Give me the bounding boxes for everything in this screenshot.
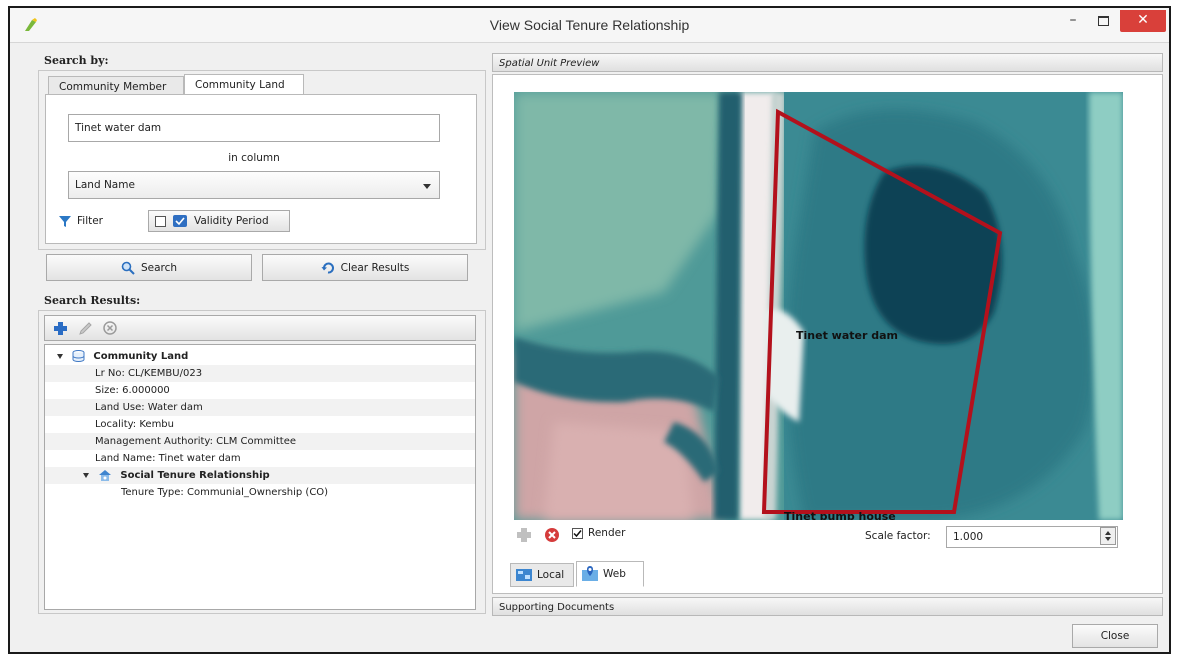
local-map-icon [516, 569, 532, 581]
tab-web[interactable]: Web [576, 561, 644, 587]
results-tree: Community Land Lr No: CL/KEMBU/023 Size:… [44, 344, 476, 610]
map-label-water-dam: Tinet water dam [796, 329, 898, 342]
render-label: Render [588, 527, 626, 539]
map-remove-button[interactable] [544, 527, 560, 546]
scale-factor-input[interactable]: 1.000 [946, 526, 1118, 548]
add-icon[interactable] [53, 321, 68, 336]
spin-up-icon[interactable] [1105, 531, 1111, 535]
main-window: View Social Tenure Relationship – ✕ Sear… [8, 6, 1171, 654]
filter-icon [59, 216, 71, 227]
chevron-down-icon [423, 184, 431, 189]
filter-label-group: Filter [58, 214, 103, 228]
web-map-icon [582, 566, 598, 581]
tree-root-label: Community Land [93, 351, 189, 362]
column-select-value: Land Name [75, 179, 135, 191]
tree-field-row[interactable]: Locality: Kembu [45, 416, 475, 433]
validity-period-label: Validity Period [194, 215, 269, 227]
supporting-documents-header[interactable]: Supporting Documents [492, 597, 1163, 616]
tree-child-field-row[interactable]: Tenure Type: Communial_Ownership (CO) [45, 484, 475, 501]
undo-icon [321, 262, 334, 273]
remove-layer-icon [545, 528, 559, 542]
title-bar: View Social Tenure Relationship – ✕ [10, 8, 1169, 43]
column-select[interactable]: Land Name [68, 171, 440, 199]
tree-field-row[interactable]: Lr No: CL/KEMBU/023 [45, 365, 475, 382]
render-toggle[interactable]: Render [572, 527, 625, 539]
close-button[interactable]: Close [1072, 624, 1158, 648]
tab-community-member[interactable]: Community Member [48, 76, 184, 96]
spin-down-icon[interactable] [1105, 537, 1111, 541]
results-toolbar [44, 315, 476, 341]
search-button[interactable]: Search [46, 254, 252, 281]
render-checkbox[interactable] [572, 527, 583, 539]
tree-child-row[interactable]: Social Tenure Relationship [45, 467, 475, 484]
spatial-unit-preview-header[interactable]: Spatial Unit Preview [492, 53, 1163, 72]
filter-label: Filter [77, 215, 104, 227]
close-icon: ✕ [1137, 12, 1149, 28]
expand-triangle-icon[interactable] [83, 472, 89, 478]
tree-field-row[interactable]: Land Use: Water dam [45, 399, 475, 416]
expand-triangle-icon[interactable] [57, 353, 63, 359]
satellite-map [514, 92, 1123, 520]
scale-factor-spinner[interactable] [1100, 527, 1116, 545]
in-column-label: in column [228, 152, 280, 164]
map-label-pump-house: Tinet pump house [784, 510, 896, 520]
database-icon [72, 350, 85, 362]
clear-results-button[interactable]: Clear Results [262, 254, 468, 281]
maximize-icon [1097, 16, 1109, 26]
window-title: View Social Tenure Relationship [489, 17, 690, 33]
minimize-button[interactable]: – [1060, 10, 1086, 32]
edit-icon[interactable] [78, 321, 93, 336]
close-window-button[interactable]: ✕ [1120, 10, 1166, 32]
tenure-relationship-icon [99, 469, 112, 481]
search-results-label: Search Results: [44, 294, 141, 307]
tree-child-label: Social Tenure Relationship [120, 470, 270, 481]
maximize-button[interactable] [1090, 10, 1116, 32]
tab-local[interactable]: Local [510, 563, 574, 587]
tree-field-row[interactable]: Management Authority: CLM Committee [45, 433, 475, 450]
search-by-label: Search by: [44, 54, 109, 67]
validity-period-checkbox[interactable] [155, 215, 166, 227]
tree-root-row[interactable]: Community Land [45, 348, 475, 365]
map-canvas[interactable]: Tinet water dam Tinet pump house [514, 92, 1123, 520]
calendar-icon [173, 215, 187, 227]
search-button-label: Search [140, 261, 178, 274]
checkmark-icon [573, 529, 582, 537]
validity-period-toggle[interactable]: Validity Period [148, 210, 290, 232]
remove-icon[interactable] [103, 321, 117, 335]
tree-field-row[interactable]: Size: 6.000000 [45, 382, 475, 399]
map-add-button[interactable] [516, 527, 532, 546]
search-icon [121, 261, 135, 275]
tree-field-row[interactable]: Land Name: Tinet water dam [45, 450, 475, 467]
add-layer-icon [517, 528, 531, 542]
tab-community-land[interactable]: Community Land [184, 74, 304, 96]
search-input[interactable]: Tinet water dam [68, 114, 440, 142]
tab-local-label: Local [537, 569, 565, 581]
clear-results-label: Clear Results [340, 261, 410, 274]
scale-factor-label: Scale factor: [865, 530, 931, 542]
tab-web-label: Web [603, 568, 626, 580]
